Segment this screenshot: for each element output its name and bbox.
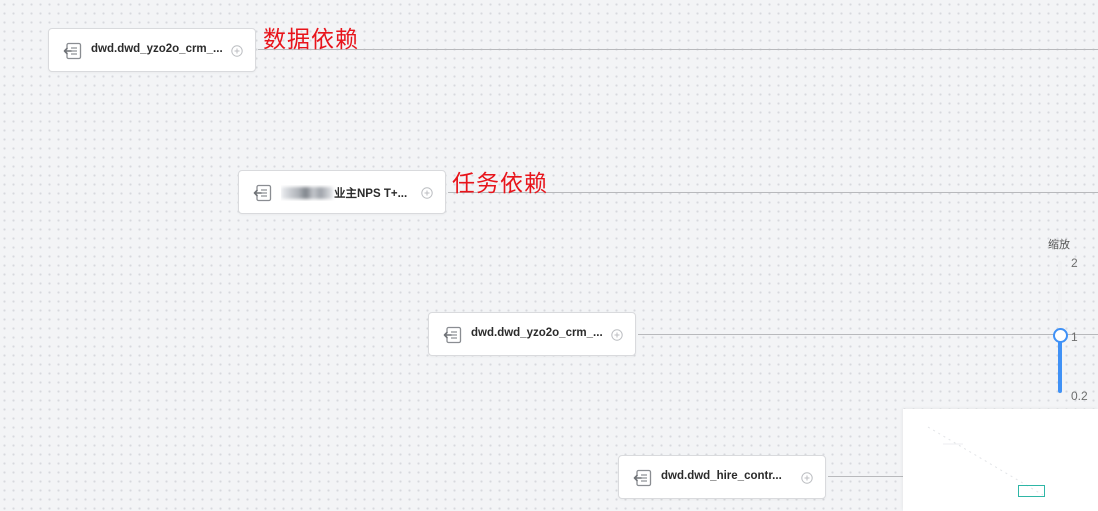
zoom-title: 缩放: [1048, 239, 1070, 251]
zoom-max-label: 2: [1071, 256, 1078, 270]
edge-node-4: [828, 476, 908, 477]
node-label: 业主NPS T+...: [281, 185, 407, 201]
table-import-icon: [63, 42, 82, 60]
zoom-current-label: 1: [1071, 330, 1078, 344]
edge-node-1: [258, 49, 1098, 50]
minimap-viewport[interactable]: [1018, 485, 1045, 497]
node-label: dwd.dwd_yzo2o_crm_...: [471, 327, 603, 339]
expand-plus-icon[interactable]: [801, 472, 813, 484]
table-import-icon: [633, 469, 652, 487]
table-import-icon: [253, 184, 272, 202]
redacted-text: [281, 187, 333, 199]
node-label: dwd.dwd_hire_contr...: [661, 470, 782, 482]
table-import-icon: [443, 326, 462, 344]
annotation-task-dependency: 任务依赖: [452, 171, 548, 197]
expand-plus-icon[interactable]: [421, 187, 433, 199]
dag-node-3[interactable]: dwd.dwd_yzo2o_crm_...: [428, 312, 636, 356]
expand-plus-icon[interactable]: [611, 329, 623, 341]
edge-node-3: [638, 334, 1098, 335]
annotation-data-dependency: 数据依赖: [263, 27, 359, 53]
zoom-min-label: 0.2: [1071, 389, 1088, 403]
dag-node-4[interactable]: dwd.dwd_hire_contr...: [618, 455, 826, 499]
expand-plus-icon[interactable]: [231, 45, 243, 57]
minimap-edges: [927, 426, 1044, 496]
node-label: dwd.dwd_yzo2o_crm_...: [91, 43, 223, 55]
zoom-slider-fill: [1058, 336, 1062, 393]
minimap[interactable]: [903, 409, 1098, 511]
dag-node-1[interactable]: dwd.dwd_yzo2o_crm_...: [48, 28, 256, 72]
zoom-slider-handle[interactable]: [1053, 328, 1068, 343]
dag-node-2[interactable]: 业主NPS T+...: [238, 170, 446, 214]
